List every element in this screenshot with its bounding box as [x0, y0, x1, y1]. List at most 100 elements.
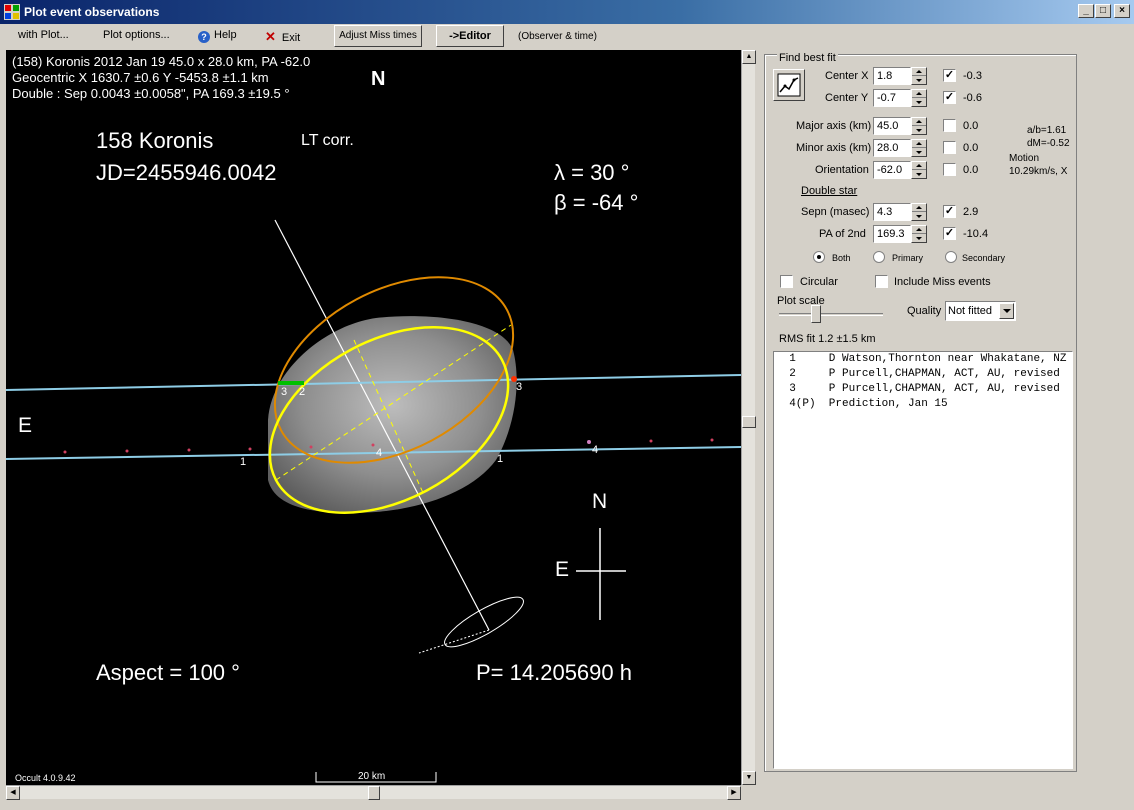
find-best-fit-label: Find best fit	[777, 52, 838, 64]
rms-fit-label: RMS fit 1.2 ±1.5 km	[779, 333, 876, 345]
header-line-2: Geocentric X 1630.7 ±0.6 Y -5453.8 ±1.1 …	[12, 70, 269, 85]
circular-checkbox[interactable]	[780, 275, 793, 288]
center-x-input[interactable]: 1.8	[873, 67, 911, 85]
minimize-button[interactable]: _	[1078, 4, 1094, 18]
center-y-spinner[interactable]	[911, 89, 927, 107]
menu-help-label: Help	[214, 29, 237, 41]
center-y-result: -0.6	[963, 92, 982, 104]
orientation-spinner[interactable]	[911, 161, 927, 179]
delta-mag: dM=-0.52	[1027, 138, 1070, 149]
pa-2nd-checkbox[interactable]: ✓	[943, 227, 956, 240]
spin-axis-lower	[418, 629, 490, 654]
chevron-down-icon[interactable]	[999, 303, 1014, 319]
center-x-checkbox[interactable]: ✓	[943, 69, 956, 82]
major-axis-result: 0.0	[963, 120, 979, 132]
orientation-checkbox[interactable]	[943, 163, 956, 176]
chord-label: 4	[592, 444, 599, 456]
plot-canvas[interactable]: (158) Koronis 2012 Jan 19 45.0 x 28.0 km…	[6, 50, 741, 785]
major-axis-checkbox[interactable]	[943, 119, 956, 132]
dot-1	[63, 450, 67, 454]
radio-both-label: Both	[832, 253, 851, 263]
sepn-spinner[interactable]	[911, 203, 927, 221]
major-axis-spinner[interactable]	[911, 117, 927, 135]
plot-scale-track[interactable]	[779, 313, 883, 316]
chord-label: 3	[281, 386, 288, 398]
scroll-right-button[interactable]: ▶	[727, 786, 741, 800]
editor-button[interactable]: ->Editor	[436, 25, 504, 47]
include-miss-checkbox[interactable]	[875, 275, 888, 288]
scroll-up-button[interactable]: ▲	[742, 50, 756, 64]
scale-label: 20 km	[358, 771, 386, 782]
dot-2	[125, 449, 129, 453]
period-label: P= 14.205690 h	[476, 660, 632, 685]
center-x-spinner[interactable]	[911, 67, 927, 85]
chord-label: 1	[497, 453, 504, 465]
horizontal-scrollbar[interactable]: ◀ ▶	[6, 785, 741, 800]
menu-exit-label: Exit	[281, 32, 301, 44]
julian-date: JD=2455946.0042	[96, 160, 277, 185]
menu-exit[interactable]: ✕ Exit	[265, 29, 300, 45]
dot-8	[649, 439, 653, 443]
aspect-label: Aspect = 100 °	[96, 660, 240, 685]
sepn-input[interactable]: 4.3	[873, 203, 911, 221]
center-y-input[interactable]: -0.7	[873, 89, 911, 107]
maximize-button[interactable]: □	[1095, 4, 1111, 18]
minor-axis-checkbox[interactable]	[943, 141, 956, 154]
observation-list[interactable]: 1 D Watson,Thornton near Whakatane, NZ 2…	[773, 351, 1073, 769]
radio-both[interactable]	[813, 251, 825, 263]
minor-axis-input[interactable]: 28.0	[873, 139, 911, 157]
pa-2nd-input[interactable]: 169.3	[873, 225, 911, 243]
list-item[interactable]: 4(P) Prediction, Jan 15	[774, 397, 1072, 412]
sepn-label: Sepn (masec)	[801, 206, 870, 218]
dot-5	[309, 445, 313, 449]
center-y-checkbox[interactable]: ✓	[943, 91, 956, 104]
plot-scale-thumb[interactable]	[811, 305, 821, 323]
east-label-left: E	[18, 414, 33, 437]
dot-6	[371, 443, 375, 447]
scroll-left-button[interactable]: ◀	[6, 786, 20, 800]
quality-select[interactable]: Not fitted	[945, 301, 1016, 321]
motion-value: 10.29km/s, X	[1009, 166, 1068, 177]
major-axis-label: Major axis (km)	[796, 120, 872, 132]
radio-secondary[interactable]	[945, 251, 957, 263]
orientation-label: Orientation	[815, 164, 869, 176]
quality-label: Quality	[907, 305, 942, 317]
horizontal-scroll-thumb[interactable]	[368, 786, 380, 800]
marker-green	[278, 381, 304, 385]
orientation-result: 0.0	[963, 164, 979, 176]
chord-label: 2	[299, 386, 306, 398]
adjust-miss-times-button[interactable]: Adjust Miss times	[334, 25, 422, 47]
scroll-down-button[interactable]: ▼	[742, 771, 756, 785]
menu-plot-options[interactable]: Plot options...	[103, 29, 170, 41]
orientation-input[interactable]: -62.0	[873, 161, 911, 179]
close-button[interactable]: ×	[1114, 4, 1130, 18]
fit-panel: Find best fit Center X 1.8 ✓ -0.3 Center…	[764, 52, 1077, 772]
pa-2nd-result: -10.4	[963, 228, 989, 240]
pa-2nd-spinner[interactable]	[911, 225, 927, 243]
header-line-3: Double : Sep 0.0043 ±0.0058", PA 169.3 ±…	[12, 86, 290, 101]
list-item[interactable]: 2 P Purcell,CHAPMAN, ACT, AU, revised	[774, 367, 1072, 382]
chord-label: 3	[516, 381, 523, 393]
vertical-scroll-thumb[interactable]	[742, 416, 756, 428]
best-fit-button[interactable]	[773, 69, 805, 101]
app-icon	[4, 4, 20, 20]
pole-ellipse	[444, 596, 524, 648]
radio-primary-label: Primary	[892, 253, 923, 263]
sepn-checkbox[interactable]: ✓	[943, 205, 956, 218]
motion-label: Motion	[1009, 153, 1040, 164]
list-item[interactable]: 1 D Watson,Thornton near Whakatane, NZ	[774, 352, 1072, 367]
list-item[interactable]: 3 P Purcell,CHAPMAN, ACT, AU, revised	[774, 382, 1072, 397]
north-label-top: N	[371, 68, 386, 90]
menu-observer-time[interactable]: (Observer & time)	[518, 31, 597, 42]
minor-axis-spinner[interactable]	[911, 139, 927, 157]
major-axis-input[interactable]: 45.0	[873, 117, 911, 135]
lambda-label: λ = 30 °	[554, 160, 630, 185]
center-y-label: Center Y	[825, 92, 869, 104]
vertical-scrollbar[interactable]: ▲ ▼	[741, 50, 756, 785]
menu-help[interactable]: ? Help	[198, 29, 237, 43]
radio-secondary-label: Secondary	[962, 253, 1006, 263]
version-label: Occult 4.0.9.42	[15, 773, 76, 783]
radio-primary[interactable]	[873, 251, 885, 263]
menu-with-plot[interactable]: with Plot...	[18, 29, 69, 41]
circular-label: Circular	[800, 276, 838, 288]
